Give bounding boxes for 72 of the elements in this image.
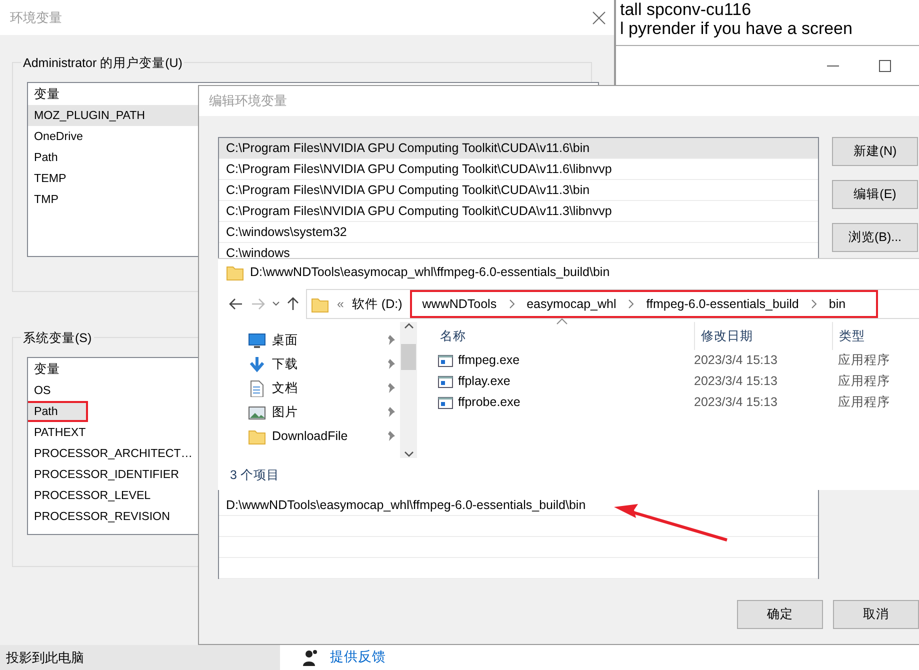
text-line: tall spconv-cu116 bbox=[619, 0, 752, 19]
up-arrow-icon[interactable] bbox=[286, 296, 300, 312]
pin-icon[interactable] bbox=[386, 357, 398, 371]
pin-icon[interactable] bbox=[386, 429, 398, 443]
dialog-button[interactable]: 浏览(B)... bbox=[832, 223, 918, 252]
window-title: 编辑环境变量 bbox=[209, 92, 287, 110]
column-header[interactable]: 名称 bbox=[432, 326, 694, 346]
document-icon bbox=[248, 380, 266, 396]
text-line: l pyrender if you have a screen bbox=[619, 19, 854, 38]
exe-file-icon bbox=[438, 396, 453, 410]
pin-icon[interactable] bbox=[386, 405, 398, 419]
close-icon[interactable] bbox=[592, 10, 606, 24]
pin-icon[interactable] bbox=[386, 381, 398, 395]
list-entry[interactable]: C:\Program Files\NVIDIA GPU Computing Toolkit\CUDA\v11.3\libnvvp bbox=[219, 201, 818, 222]
list-entry[interactable]: C:\Program Files\NVIDIA GPU Computing Toolkit\CUDA\v11.6\libnvvp bbox=[219, 159, 818, 180]
sort-caret-icon[interactable] bbox=[556, 318, 568, 325]
file-name[interactable]: ffplay.exe bbox=[458, 372, 510, 391]
chevron-icon[interactable] bbox=[810, 299, 817, 309]
breadcrumb[interactable]: ffmpeg-6.0-essentials_build bbox=[646, 294, 799, 314]
dialog-button[interactable]: 编辑(E) bbox=[832, 180, 918, 209]
file-type: 应用程序 bbox=[838, 373, 890, 390]
file-name[interactable]: ffmpeg.exe bbox=[458, 351, 520, 370]
column-header[interactable]: 修改日期 bbox=[694, 322, 832, 350]
breadcrumb[interactable]: wwwNDTools bbox=[422, 294, 497, 314]
scrollbar-thumb[interactable] bbox=[401, 344, 416, 370]
person-icon bbox=[302, 650, 318, 666]
scroll-up-icon[interactable] bbox=[402, 322, 414, 330]
address-bar[interactable]: « 软件 (D:) wwwNDTools easymocap_whl ffmpeg-6.0-essentials_build bin bbox=[306, 289, 919, 319]
window-title: 环境变量 bbox=[10, 8, 62, 27]
nav-item[interactable]: 图片 bbox=[272, 402, 380, 422]
exe-file-icon bbox=[438, 354, 453, 368]
dialog-button[interactable]: 取消 bbox=[833, 600, 919, 629]
folder-icon bbox=[311, 296, 329, 312]
breadcrumb[interactable]: 软件 (D:) bbox=[352, 294, 402, 314]
file-date: 2023/3/4 15:13 bbox=[694, 373, 778, 390]
list-entry[interactable]: C:\windows\system32 bbox=[219, 222, 818, 243]
file-type: 应用程序 bbox=[838, 394, 890, 412]
download-icon bbox=[248, 356, 266, 372]
folder-icon bbox=[248, 428, 266, 444]
group-label: Administrator 的用户变量(U) bbox=[21, 54, 184, 73]
breadcrumb[interactable]: easymocap_whl bbox=[526, 294, 616, 314]
overflow-chevron[interactable]: « bbox=[337, 294, 344, 314]
chevron-icon[interactable] bbox=[508, 299, 515, 309]
feedback-link[interactable]: 提供反馈 bbox=[330, 647, 386, 668]
nav-item[interactable]: 桌面 bbox=[272, 330, 380, 350]
column-header[interactable]: 类型 bbox=[832, 322, 865, 350]
chevron-icon[interactable] bbox=[628, 299, 634, 309]
back-arrow-icon[interactable] bbox=[228, 297, 244, 311]
monitor-icon bbox=[248, 332, 266, 348]
file-date: 2023/3/4 15:13 bbox=[694, 352, 778, 370]
folder-icon bbox=[226, 264, 244, 281]
scroll-down-icon[interactable] bbox=[402, 450, 414, 458]
group-label: 系统变量(S) bbox=[21, 329, 94, 348]
breadcrumb[interactable]: bin bbox=[828, 294, 846, 314]
caret-icon[interactable] bbox=[272, 300, 280, 308]
maximize-icon[interactable] bbox=[879, 60, 891, 72]
dialog-button[interactable]: 新建(N) bbox=[832, 137, 918, 166]
file-name[interactable]: ffprobe.exe bbox=[458, 393, 520, 412]
nav-item[interactable]: 下载 bbox=[272, 354, 380, 374]
status-text: 3 个项目 bbox=[229, 467, 280, 484]
window-title: D:\wwwNDTools\easymocap_whl\ffmpeg-6.0-essentials_build\bin bbox=[250, 264, 610, 282]
nav-item[interactable]: 文档 bbox=[272, 378, 380, 398]
variable-row[interactable]: Path bbox=[28, 401, 88, 422]
list-entry[interactable]: C:\Program Files\NVIDIA GPU Computing Toolkit\CUDA\v11.6\bin bbox=[219, 138, 818, 159]
file-date: 2023/3/4 15:13 bbox=[694, 394, 778, 412]
dialog-button[interactable]: 确定 bbox=[737, 600, 823, 629]
exe-file-icon bbox=[438, 374, 453, 388]
pin-icon[interactable] bbox=[386, 333, 398, 347]
picture-icon bbox=[248, 404, 266, 420]
nav-item[interactable]: DownloadFile bbox=[272, 426, 380, 446]
file-type: 应用程序 bbox=[838, 352, 890, 370]
list-entry[interactable]: C:\Program Files\NVIDIA GPU Computing Toolkit\CUDA\v11.3\bin bbox=[219, 180, 818, 201]
